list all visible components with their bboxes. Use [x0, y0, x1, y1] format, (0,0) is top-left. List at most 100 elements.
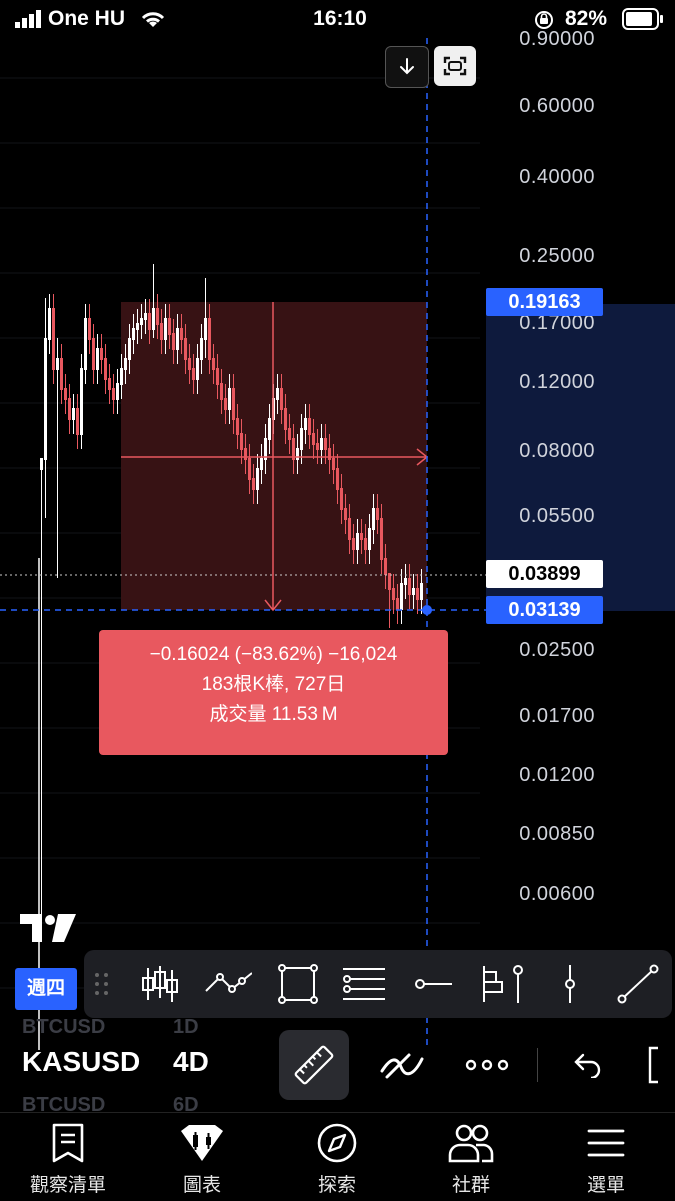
candle-body — [132, 328, 135, 340]
candle-body — [252, 478, 255, 490]
fullscreen-icon — [443, 56, 467, 76]
candle-body — [120, 368, 123, 385]
candle-body — [96, 348, 99, 370]
candle-body — [332, 458, 335, 470]
candle-body — [140, 318, 143, 325]
candle-body — [80, 368, 83, 435]
bracket-icon — [648, 1046, 658, 1084]
candle-body — [260, 458, 263, 470]
hamburger-menu-icon — [587, 1129, 625, 1157]
bottom-navigation: 觀察清單 圖表 探索 社群 選單 — [0, 1112, 675, 1201]
candle-body — [172, 333, 175, 350]
watchlist-icon — [52, 1123, 84, 1163]
candle-body — [316, 443, 319, 450]
candle-body — [176, 328, 179, 350]
horizontal-line-tool[interactable] — [410, 960, 458, 1008]
candle-body — [344, 508, 347, 520]
candle-body — [200, 338, 203, 360]
current-timeframe[interactable]: 4D — [173, 1046, 209, 1078]
candle-body — [384, 558, 387, 575]
candle-body — [136, 323, 139, 330]
candle-body — [60, 358, 63, 390]
candle-body — [72, 408, 75, 420]
candle-body — [88, 318, 91, 340]
candle-body — [312, 433, 315, 445]
candle-body — [348, 518, 351, 540]
tradingview-logo — [20, 914, 76, 942]
price-axis-label: 0.90000 — [519, 28, 595, 50]
scroll-to-latest-button[interactable] — [385, 46, 429, 88]
nav-community[interactable]: 社群 — [411, 1123, 531, 1197]
candle-body — [380, 518, 383, 560]
community-icon — [448, 1124, 494, 1163]
candle-body — [304, 418, 307, 430]
price-axis-label: 0.40000 — [519, 166, 595, 188]
candle-body — [284, 408, 287, 430]
vertical-line-tool[interactable] — [546, 960, 594, 1008]
trend-line-tool[interactable] — [614, 960, 662, 1008]
candle-body — [152, 308, 155, 330]
candle-body — [108, 378, 111, 390]
drawing-toolbar — [84, 950, 672, 1018]
fib-icon — [343, 968, 385, 1000]
candle-body — [340, 488, 343, 510]
ruler-button[interactable] — [279, 1030, 349, 1100]
candle-body — [328, 448, 331, 460]
candle-body — [216, 368, 219, 385]
candle-body — [336, 468, 339, 490]
candle-body — [296, 448, 299, 460]
candle-body — [356, 533, 359, 550]
carrier-name: One HU — [48, 7, 126, 30]
fib-retracement-tool[interactable] — [340, 960, 388, 1008]
nav-watchlist-label: 觀察清單 — [29, 1175, 106, 1196]
wifi-icon — [141, 12, 165, 27]
candle-body — [124, 358, 127, 370]
candle-body — [92, 338, 95, 370]
previous-symbol[interactable]: BTCUSD — [22, 1016, 105, 1039]
day-label-badge: 週四 — [15, 968, 77, 1010]
drag-handle-icon[interactable] — [94, 972, 110, 996]
nav-explore[interactable]: 探索 — [277, 1123, 397, 1197]
nav-menu[interactable]: 選單 — [546, 1123, 666, 1197]
rectangle-icon — [278, 964, 318, 1004]
price-axis-label: 0.25000 — [519, 245, 595, 267]
candle-body — [116, 383, 119, 400]
vertical-ray-icon — [513, 965, 523, 1003]
candle-body — [196, 358, 199, 380]
candle-body — [368, 528, 371, 550]
candle-body — [376, 508, 379, 520]
candle-body — [44, 338, 47, 460]
candle-body — [416, 588, 419, 600]
candle-body — [228, 388, 231, 410]
candle-body — [352, 538, 355, 550]
candle-body — [280, 388, 283, 410]
price-axis-label: 0.12000 — [519, 371, 595, 393]
drawing-tools-icon — [380, 1053, 424, 1079]
measure-tooltip: −0.16024 (−83.62%) −16,024 183根K棒, 727日 … — [99, 630, 448, 755]
candle-body — [52, 308, 55, 370]
current-symbol[interactable]: KASUSD — [22, 1046, 140, 1078]
candle-body — [248, 458, 251, 480]
rectangle-tool[interactable] — [274, 960, 322, 1008]
compass-icon — [317, 1123, 357, 1163]
candle-body — [112, 388, 115, 400]
nav-chart[interactable]: 圖表 — [142, 1123, 262, 1197]
more-dots-icon — [465, 1059, 509, 1071]
candle-body — [164, 318, 167, 340]
fullscreen-button[interactable] — [434, 46, 476, 86]
more-options-button[interactable] — [452, 1030, 522, 1100]
candle-body — [396, 598, 399, 610]
pattern-tool[interactable] — [204, 960, 252, 1008]
candles-tool[interactable] — [136, 960, 184, 1008]
redo-button[interactable] — [640, 1030, 675, 1100]
price-chart[interactable]: 0.90000 0.60000 0.40000 0.25000 0.17000 0.120… — [0, 28, 675, 1050]
nav-watchlist[interactable]: 觀察清單 — [8, 1123, 128, 1197]
candle-body — [372, 508, 375, 530]
crosshair-point — [422, 605, 432, 615]
undo-button[interactable] — [553, 1030, 623, 1100]
signal-icon — [15, 10, 41, 28]
price-axis-label: 0.01200 — [519, 764, 595, 786]
vertical-ray-tool[interactable] — [494, 960, 542, 1008]
previous-timeframe[interactable]: 1D — [173, 1016, 199, 1039]
drawing-tools-button[interactable] — [367, 1030, 437, 1100]
